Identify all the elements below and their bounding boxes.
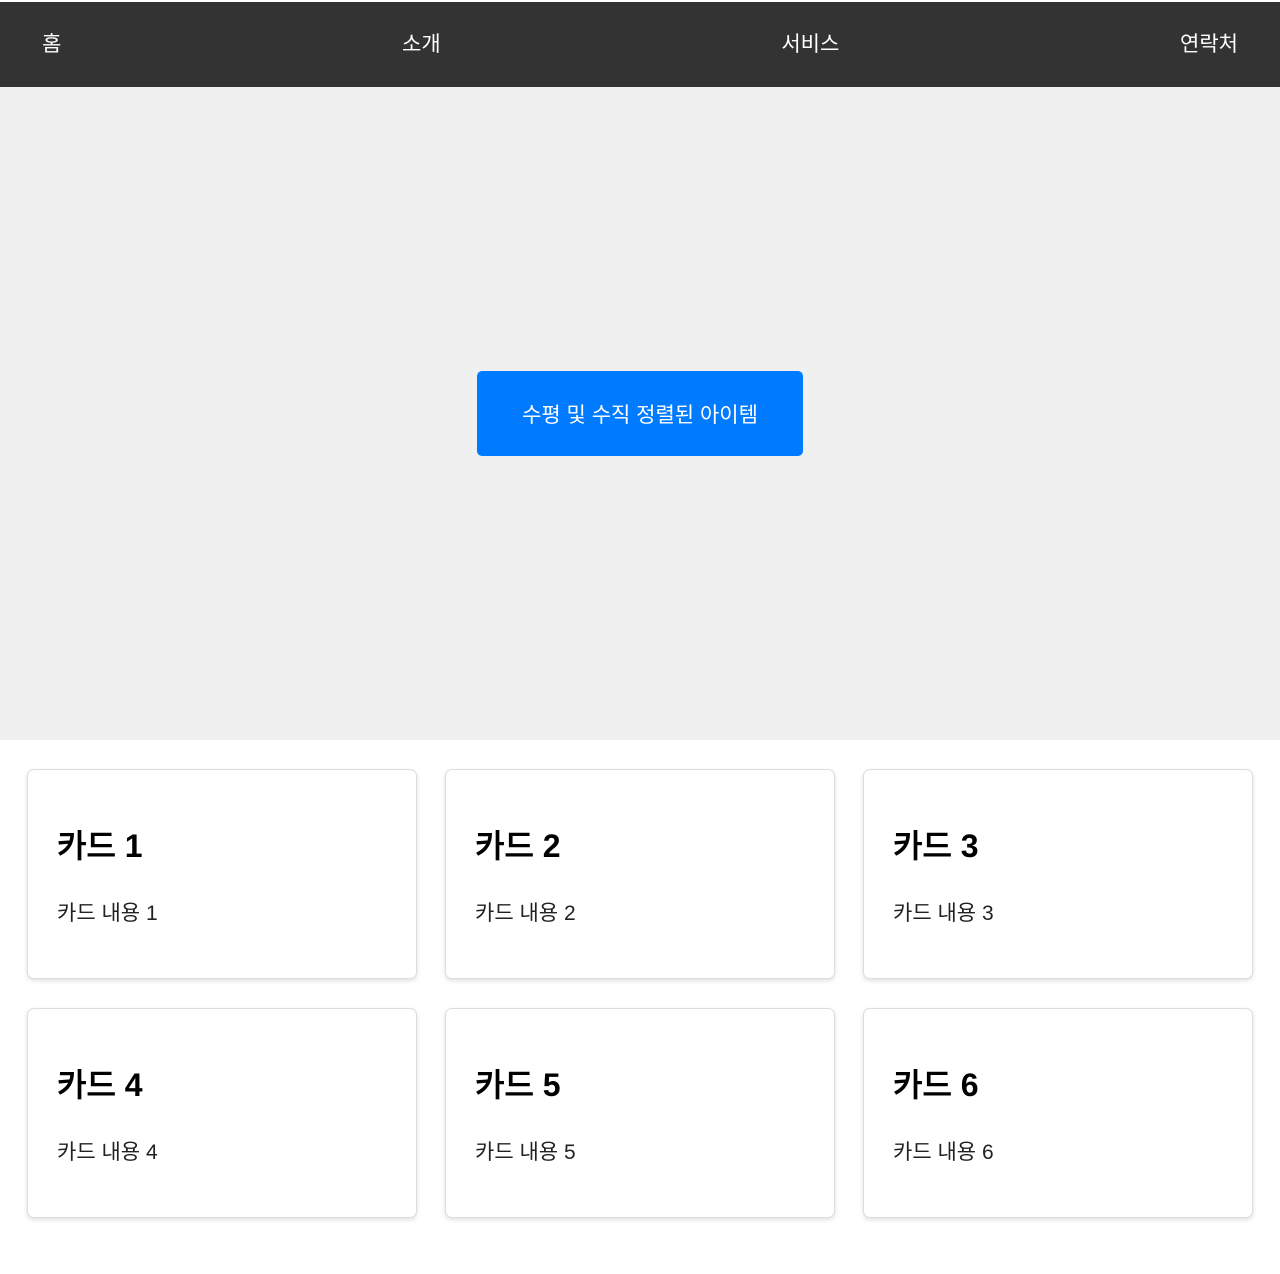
hero-section: 수평 및 수직 정렬된 아이템	[0, 87, 1280, 740]
card-content: 카드 내용 5	[475, 1141, 576, 1164]
nav-link-contact[interactable]: 연락처	[1180, 34, 1238, 55]
card-2: 카드 2 카드 내용 2	[445, 769, 835, 979]
card-content: 카드 내용 1	[57, 902, 158, 925]
navbar: 홈 소개 서비스 연락처	[0, 2, 1280, 87]
card-6: 카드 6 카드 내용 6	[863, 1008, 1253, 1218]
card-grid: 카드 1 카드 내용 1 카드 2 카드 내용 2 카드 3 카드 내용 3 카…	[27, 769, 1253, 1218]
card-title: 카드 5	[475, 1067, 561, 1103]
card-title: 카드 6	[893, 1067, 979, 1103]
card-title: 카드 4	[57, 1067, 143, 1103]
centered-item-button[interactable]: 수평 및 수직 정렬된 아이템	[477, 371, 803, 456]
card-1: 카드 1 카드 내용 1	[27, 769, 417, 979]
nav-link-services[interactable]: 서비스	[781, 34, 839, 55]
card-4: 카드 4 카드 내용 4	[27, 1008, 417, 1218]
card-content: 카드 내용 3	[893, 902, 994, 925]
card-content: 카드 내용 2	[475, 902, 576, 925]
card-5: 카드 5 카드 내용 5	[445, 1008, 835, 1218]
card-content: 카드 내용 4	[57, 1141, 158, 1164]
card-content: 카드 내용 6	[893, 1141, 994, 1164]
card-title: 카드 2	[475, 828, 561, 864]
card-3: 카드 3 카드 내용 3	[863, 769, 1253, 979]
card-title: 카드 1	[57, 828, 143, 864]
nav-link-home[interactable]: 홈	[42, 34, 61, 55]
card-title: 카드 3	[893, 828, 979, 864]
nav-link-about[interactable]: 소개	[402, 34, 441, 55]
